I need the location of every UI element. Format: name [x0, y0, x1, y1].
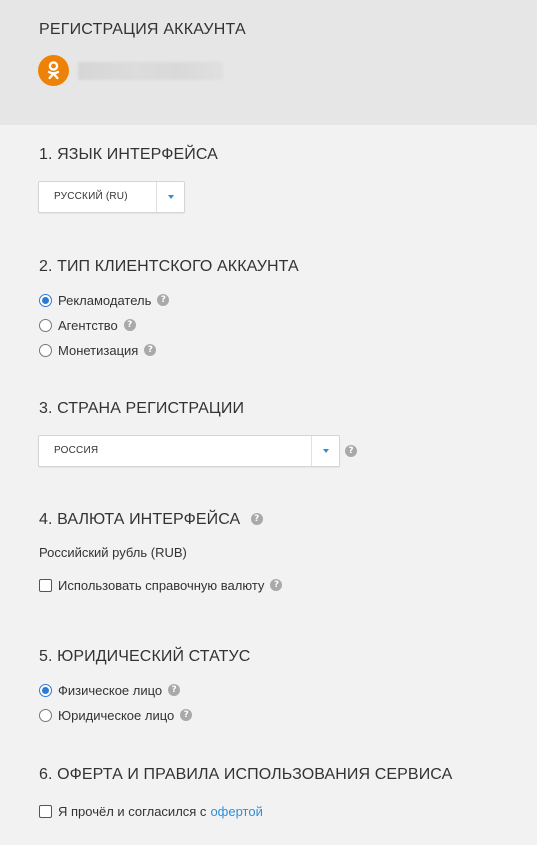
- radio-option-advertiser[interactable]: Рекламодатель ?: [39, 292, 170, 308]
- help-icon[interactable]: ?: [270, 579, 283, 591]
- section-title-country: 3. СТРАНА РЕГИСТРАЦИИ: [39, 400, 245, 417]
- radio-option-individual[interactable]: Физическое лицо ?: [39, 682, 181, 698]
- help-icon[interactable]: ?: [157, 294, 170, 306]
- section-title-language: 1. ЯЗЫК ИНТЕРФЕЙСА: [39, 146, 218, 163]
- radio-option-legal-entity[interactable]: Юридическое лицо ?: [39, 707, 193, 723]
- language-select-value: РУССКИЙ (RU): [54, 191, 128, 202]
- section-title-legal-status: 5. ЮРИДИЧЕСКИЙ СТАТУС: [39, 648, 251, 665]
- radio-button-advertiser[interactable]: [39, 293, 52, 307]
- offer-agreement-checkbox[interactable]: [39, 804, 52, 818]
- language-select[interactable]: РУССКИЙ (RU): [38, 181, 185, 213]
- radio-button-agency[interactable]: [39, 318, 52, 332]
- radio-option-agency[interactable]: Агентство ?: [39, 317, 136, 333]
- offer-agreement-label: Я прочёл и согласился с: [58, 803, 207, 819]
- country-dropdown-button[interactable]: [311, 436, 339, 466]
- reference-currency-checkbox[interactable]: [39, 578, 52, 592]
- radio-label-agency: Агентство: [58, 317, 118, 333]
- section-title-currency: 4. ВАЛЮТА ИНТЕРФЕЙСА ?: [39, 511, 263, 529]
- header: РЕГИСТРАЦИЯ АККАУНТА: [0, 0, 537, 125]
- radio-button-individual[interactable]: [39, 683, 52, 697]
- help-icon[interactable]: ?: [144, 344, 157, 356]
- radio-button-monetization[interactable]: [39, 343, 52, 357]
- radio-label-individual: Физическое лицо: [58, 682, 163, 698]
- radio-button-legal-entity[interactable]: [39, 708, 52, 722]
- offer-link[interactable]: офертой: [210, 804, 262, 819]
- chevron-down-icon: [168, 195, 174, 199]
- offer-agreement-option[interactable]: Я прочёл и согласился с офертой: [39, 803, 263, 819]
- help-icon[interactable]: ?: [168, 684, 181, 696]
- currency-value: Российский рубль (RUB): [39, 545, 187, 560]
- username-redacted: [78, 62, 223, 80]
- country-select[interactable]: РОССИЯ: [38, 435, 340, 467]
- page-title: РЕГИСТРАЦИЯ АККАУНТА: [39, 21, 246, 38]
- radio-label-legal-entity: Юридическое лицо: [58, 707, 175, 723]
- reference-currency-option[interactable]: Использовать справочную валюту ?: [39, 577, 283, 593]
- radio-label-monetization: Монетизация: [58, 342, 139, 358]
- chevron-down-icon: [323, 449, 329, 453]
- reference-currency-label: Использовать справочную валюту: [58, 577, 265, 593]
- help-icon[interactable]: ?: [345, 445, 357, 457]
- help-icon[interactable]: ?: [123, 319, 136, 331]
- help-icon[interactable]: ?: [250, 512, 263, 525]
- language-dropdown-button[interactable]: [156, 182, 184, 212]
- section-title-account-type: 2. ТИП КЛИЕНТСКОГО АККАУНТА: [39, 258, 299, 275]
- section-title-currency-text: 4. ВАЛЮТА ИНТЕРФЕЙСА: [39, 511, 241, 528]
- section-title-offer: 6. ОФЕРТА И ПРАВИЛА ИСПОЛЬЗОВАНИЯ СЕРВИС…: [39, 766, 453, 783]
- odnoklassniki-icon: [38, 55, 69, 86]
- radio-option-monetization[interactable]: Монетизация ?: [39, 342, 157, 358]
- help-icon[interactable]: ?: [180, 709, 193, 721]
- radio-label-advertiser: Рекламодатель: [58, 292, 152, 308]
- country-select-value: РОССИЯ: [54, 445, 99, 456]
